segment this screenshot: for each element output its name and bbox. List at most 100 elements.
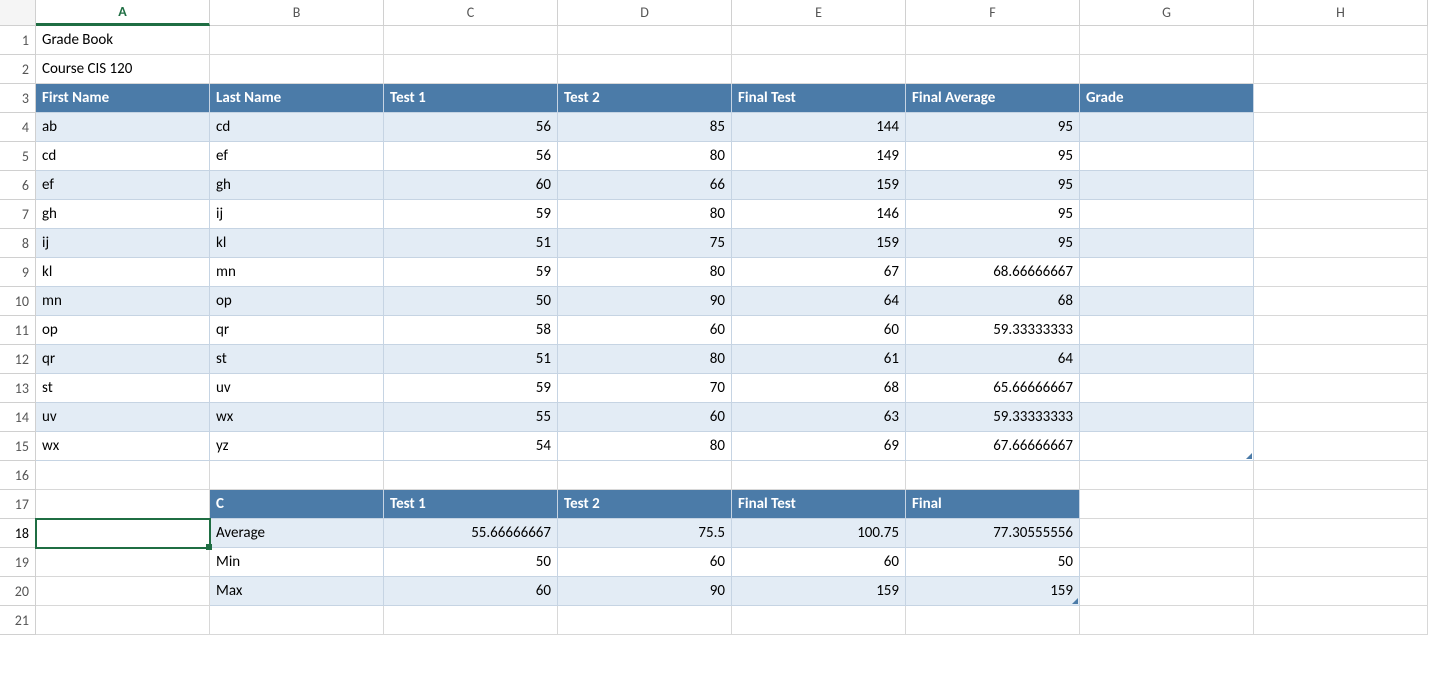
table-row-cell[interactable]: 146 [732,200,906,229]
table-row-cell[interactable]: 68 [732,374,906,403]
cell-blank[interactable] [1080,490,1254,519]
table-row-cell[interactable]: 149 [732,142,906,171]
summary-cell[interactable]: 159 [732,577,906,606]
table-row-cell[interactable]: 80 [558,200,732,229]
row-header-19[interactable]: 19 [0,548,36,577]
table-row-cell[interactable]: st [210,345,384,374]
table-row-cell[interactable]: 59 [384,374,558,403]
table-row-cell[interactable] [1080,171,1254,200]
table-row-cell[interactable] [1080,229,1254,258]
cell-blank[interactable] [906,26,1080,55]
table-row-cell[interactable]: wx [36,432,210,461]
cell-blank[interactable] [558,26,732,55]
row-header-15[interactable]: 15 [0,432,36,461]
table-row-cell[interactable]: ab [36,113,210,142]
cell-blank[interactable] [1080,519,1254,548]
summary-header[interactable]: Final [906,490,1080,519]
table-row-cell[interactable]: 67 [732,258,906,287]
row-header-18[interactable]: 18 [0,519,36,548]
page-title[interactable]: Grade Book [36,26,210,55]
row-header-6[interactable]: 6 [0,171,36,200]
table-row-cell[interactable]: 95 [906,229,1080,258]
table-row-cell[interactable]: 68.66666667 [906,258,1080,287]
table-row-cell[interactable]: cd [36,142,210,171]
table-row-cell[interactable] [1080,287,1254,316]
table-row-cell[interactable]: 80 [558,258,732,287]
cell-blank[interactable] [210,26,384,55]
summary-header[interactable]: C [210,490,384,519]
table-row-cell[interactable]: st [36,374,210,403]
cell-blank[interactable] [210,55,384,84]
table-row-cell[interactable] [1080,316,1254,345]
summary-cell[interactable]: 100.75 [732,519,906,548]
row-header-2[interactable]: 2 [0,55,36,84]
summary-cell[interactable]: Average [210,519,384,548]
table-row-cell[interactable] [1080,200,1254,229]
cell-blank[interactable] [384,26,558,55]
table-row-cell[interactable]: 50 [384,287,558,316]
cell-blank[interactable] [384,606,558,635]
table-row-cell[interactable]: 144 [732,113,906,142]
table-row-cell[interactable]: 60 [732,316,906,345]
summary-cell[interactable]: 60 [558,548,732,577]
table-row-cell[interactable]: 59.33333333 [906,403,1080,432]
summary-cell[interactable]: 90 [558,577,732,606]
column-header-C[interactable]: C [384,0,558,26]
table-row-cell[interactable]: 80 [558,432,732,461]
summary-cell[interactable]: Max [210,577,384,606]
column-header-G[interactable]: G [1080,0,1254,26]
row-header-21[interactable]: 21 [0,606,36,635]
summary-cell[interactable]: 50 [384,548,558,577]
cell-blank[interactable] [1080,577,1254,606]
cell-blank[interactable] [36,606,210,635]
cell-blank[interactable] [1080,55,1254,84]
table-row-cell[interactable]: ef [36,171,210,200]
table-row-cell[interactable]: mn [36,287,210,316]
cell-blank[interactable] [1254,258,1428,287]
table-row-cell[interactable]: 80 [558,345,732,374]
table-row-cell[interactable]: 54 [384,432,558,461]
table-row-cell[interactable]: 95 [906,142,1080,171]
row-header-9[interactable]: 9 [0,258,36,287]
cell-blank[interactable] [210,461,384,490]
table-header[interactable]: First Name [36,84,210,113]
table-row-cell[interactable]: 68 [906,287,1080,316]
summary-cell[interactable]: 75.5 [558,519,732,548]
cell-blank[interactable] [1080,461,1254,490]
cell-blank[interactable] [732,606,906,635]
table-row-cell[interactable]: 63 [732,403,906,432]
spreadsheet-grid[interactable]: ABCDEFGH1Grade Book2Course CIS 1203First… [0,0,1434,635]
summary-header[interactable]: Test 1 [384,490,558,519]
table-row-cell[interactable]: 90 [558,287,732,316]
select-all-corner[interactable] [0,0,36,26]
cell-blank[interactable] [1080,548,1254,577]
column-header-B[interactable]: B [210,0,384,26]
cell-blank[interactable] [1254,461,1428,490]
row-header-14[interactable]: 14 [0,403,36,432]
cell-blank[interactable] [1254,490,1428,519]
course-title[interactable]: Course CIS 120 [36,55,210,84]
cell-blank[interactable] [1080,606,1254,635]
cell-blank[interactable] [1254,577,1428,606]
table-row-cell[interactable]: qr [210,316,384,345]
cell-blank[interactable] [36,461,210,490]
table-row-cell[interactable]: 60 [384,171,558,200]
cell-blank[interactable] [558,461,732,490]
table-row-cell[interactable]: ij [210,200,384,229]
table-row-cell[interactable] [1080,403,1254,432]
cell-blank[interactable] [1254,345,1428,374]
cell-blank[interactable] [906,461,1080,490]
cell-blank[interactable] [36,490,210,519]
table-row-cell[interactable]: uv [210,374,384,403]
table-row-cell[interactable]: uv [36,403,210,432]
summary-cell[interactable]: 77.30555556 [906,519,1080,548]
cell-blank[interactable] [384,461,558,490]
table-row-cell[interactable] [1080,374,1254,403]
cell-a18[interactable] [36,519,210,548]
table-row-cell[interactable]: kl [210,229,384,258]
cell-blank[interactable] [906,606,1080,635]
summary-header[interactable]: Test 2 [558,490,732,519]
table-header[interactable]: Final Average [906,84,1080,113]
summary-cell[interactable]: 55.66666667 [384,519,558,548]
row-header-4[interactable]: 4 [0,113,36,142]
